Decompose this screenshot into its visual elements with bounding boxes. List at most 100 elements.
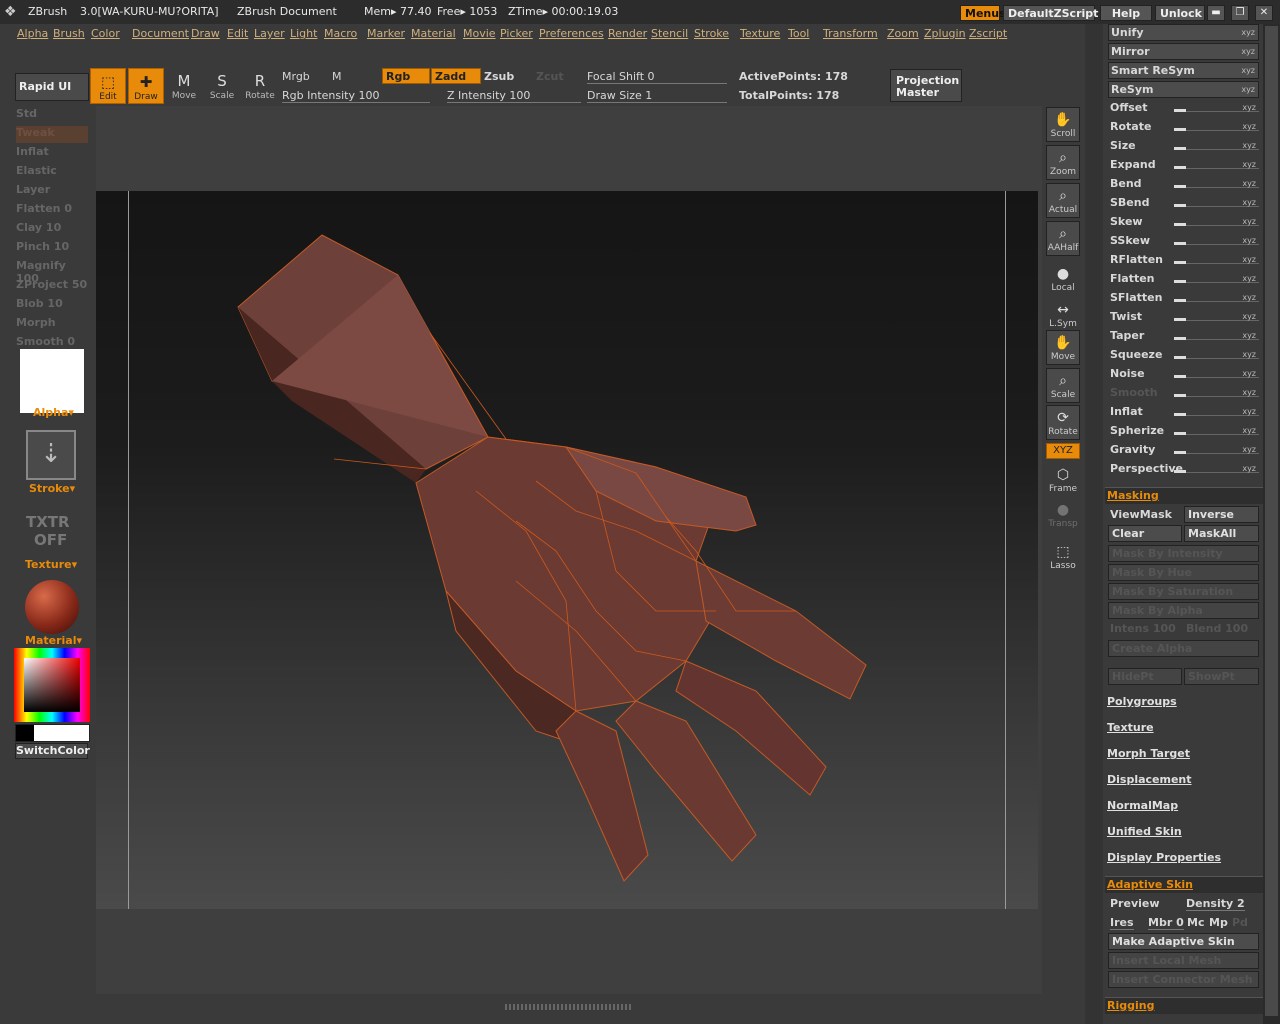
brush-magnify[interactable]: Magnify 100 — [16, 259, 88, 285]
deform-flatten-slider[interactable]: Flatten xyz — [1108, 271, 1259, 288]
menu-layer[interactable]: Layer — [254, 27, 285, 40]
slider-knob[interactable] — [1174, 166, 1186, 169]
draw-size-slider[interactable]: Draw Size 1 — [587, 89, 727, 103]
rigging-header[interactable]: Rigging — [1105, 997, 1263, 1014]
brush-inflat[interactable]: Inflat — [16, 145, 88, 162]
menu-picker[interactable]: Picker — [500, 27, 533, 40]
unlock-button[interactable]: Unlock — [1155, 5, 1205, 21]
default-zscript-button[interactable]: DefaultZScript — [1003, 5, 1098, 21]
intens-slider[interactable]: Intens 100 — [1110, 622, 1176, 635]
masking-header[interactable]: Masking — [1105, 487, 1263, 504]
local-view-button[interactable]: ● Local — [1046, 262, 1080, 297]
slider-knob[interactable] — [1174, 223, 1186, 226]
slider-knob[interactable] — [1174, 394, 1186, 397]
material-label[interactable]: Material▾ — [25, 634, 82, 647]
rgb-intensity-slider[interactable]: Rgb Intensity 100 — [282, 89, 430, 103]
tool-palette-scroll-thumb[interactable] — [1265, 26, 1278, 1016]
move-view-button[interactable]: ✋ Move — [1046, 330, 1080, 365]
menu-draw[interactable]: Draw — [191, 27, 220, 40]
zcut-button[interactable]: Zcut — [536, 70, 564, 83]
deform-inflat-slider[interactable]: Inflat xyz — [1108, 404, 1259, 421]
axes-icon[interactable]: xyz — [1242, 214, 1256, 230]
axes-icon[interactable]: xyz — [1242, 233, 1256, 249]
slider-knob[interactable] — [1174, 451, 1186, 454]
menu-light[interactable]: Light — [290, 27, 317, 40]
focal-shift-slider[interactable]: Focal Shift 0 — [587, 70, 727, 84]
deform-sskew-slider[interactable]: SSkew xyz — [1108, 233, 1259, 250]
subpalette-polygroups[interactable]: Polygroups — [1107, 695, 1177, 708]
axes-icon[interactable]: xyz — [1242, 100, 1256, 116]
scale-view-button[interactable]: ⌕ Scale — [1046, 368, 1080, 403]
slider-knob[interactable] — [1174, 432, 1186, 435]
deform-sbend-slider[interactable]: SBend xyz — [1108, 195, 1259, 212]
menu-edit[interactable]: Edit — [227, 27, 248, 40]
menu-zplugin[interactable]: Zplugin — [924, 27, 966, 40]
rapid-ui-button[interactable]: Rapid UI — [15, 73, 89, 101]
brush-pinch[interactable]: Pinch 10 — [16, 240, 88, 257]
blend-slider[interactable]: Blend 100 — [1186, 622, 1248, 635]
deform-rotate-slider[interactable]: Rotate xyz — [1108, 119, 1259, 136]
actual-view-button[interactable]: ⌕ Actual — [1046, 183, 1080, 218]
right-tray-gutter[interactable] — [1085, 24, 1103, 1024]
menus-button[interactable]: Menus — [960, 5, 1006, 21]
stroke-swatch[interactable]: ⇣ — [26, 430, 76, 480]
deform-spherize-slider[interactable]: Spherize xyz — [1108, 423, 1259, 440]
scroll-view-button[interactable]: ✋ Scroll — [1046, 107, 1080, 142]
menu-preferences[interactable]: Preferences — [539, 27, 604, 40]
deform-offset-slider[interactable]: Offset xyz — [1108, 100, 1259, 117]
zoom-view-button[interactable]: ⌕ Zoom — [1046, 145, 1080, 180]
deform-perspective-slider[interactable]: Perspective xyz — [1108, 461, 1259, 478]
deform-size-slider[interactable]: Size xyz — [1108, 138, 1259, 155]
projection-master-button[interactable]: Projection Master — [890, 69, 962, 102]
brush-flatten[interactable]: Flatten 0 — [16, 202, 88, 219]
pd-toggle[interactable]: Pd — [1232, 916, 1248, 929]
maskall-button[interactable]: MaskAll — [1184, 525, 1259, 542]
subpalette-morph-target[interactable]: Morph Target — [1107, 747, 1190, 760]
viewmask-toggle[interactable]: ViewMask — [1110, 508, 1172, 521]
slider-knob[interactable] — [1174, 337, 1186, 340]
menu-document[interactable]: Document — [132, 27, 189, 40]
document-canvas[interactable] — [96, 191, 1038, 909]
brush-tweak[interactable]: Tweak — [16, 126, 88, 143]
axes-icon[interactable]: xyz — [1242, 385, 1256, 401]
deform-gravity-slider[interactable]: Gravity xyz — [1108, 442, 1259, 459]
menu-color[interactable]: Color — [91, 27, 120, 40]
axes-icon[interactable]: xyz — [1242, 442, 1256, 458]
preview-toggle[interactable]: Preview — [1110, 897, 1160, 910]
texture-off-swatch[interactable]: TXTR OFF — [26, 513, 70, 549]
texture-label[interactable]: Texture▾ — [25, 558, 77, 571]
deform-twist-slider[interactable]: Twist xyz — [1108, 309, 1259, 326]
clear-mask-button[interactable]: Clear — [1108, 525, 1182, 542]
deform-expand-slider[interactable]: Expand xyz — [1108, 157, 1259, 174]
switch-color-button[interactable]: SwitchColor — [15, 743, 90, 759]
menu-stencil[interactable]: Stencil — [651, 27, 688, 40]
menu-brush[interactable]: Brush — [53, 27, 85, 40]
alpha-label[interactable]: Alpha▾ — [33, 406, 74, 419]
mask-by-intensity-button[interactable]: Mask By Intensity — [1108, 545, 1259, 562]
axes-icon[interactable]: xyz — [1242, 423, 1256, 439]
slider-knob[interactable] — [1174, 299, 1186, 302]
restore-icon[interactable]: ❐ — [1231, 5, 1249, 21]
subpalette-displacement[interactable]: Displacement — [1107, 773, 1192, 786]
brush-clay[interactable]: Clay 10 — [16, 221, 88, 238]
subpalette-texture[interactable]: Texture — [1107, 721, 1154, 734]
menu-marker[interactable]: Marker — [367, 27, 405, 40]
subpalette-normalmap[interactable]: NormalMap — [1107, 799, 1178, 812]
axes-icon[interactable]: xyz — [1242, 195, 1256, 211]
move-tool-button[interactable]: M Move — [166, 68, 202, 104]
slider-knob[interactable] — [1174, 204, 1186, 207]
menu-zscript[interactable]: Zscript — [969, 27, 1007, 40]
secondary-color-swatch[interactable] — [16, 725, 34, 741]
slider-knob[interactable] — [1174, 280, 1186, 283]
insert-local-mesh-button[interactable]: Insert Local Mesh — [1108, 952, 1259, 969]
menu-zoom[interactable]: Zoom — [887, 27, 919, 40]
slider-knob[interactable] — [1174, 147, 1186, 150]
slider-knob[interactable] — [1174, 375, 1186, 378]
ires-slider[interactable]: Ires — [1110, 916, 1134, 930]
axes-icon[interactable]: xyz — [1242, 366, 1256, 382]
slider-knob[interactable] — [1174, 261, 1186, 264]
menu-alpha[interactable]: Alpha — [17, 27, 48, 40]
axes-icon[interactable]: xyz — [1242, 271, 1256, 287]
axes-icon[interactable]: xyz — [1242, 119, 1256, 135]
m-button[interactable]: M — [332, 70, 342, 83]
